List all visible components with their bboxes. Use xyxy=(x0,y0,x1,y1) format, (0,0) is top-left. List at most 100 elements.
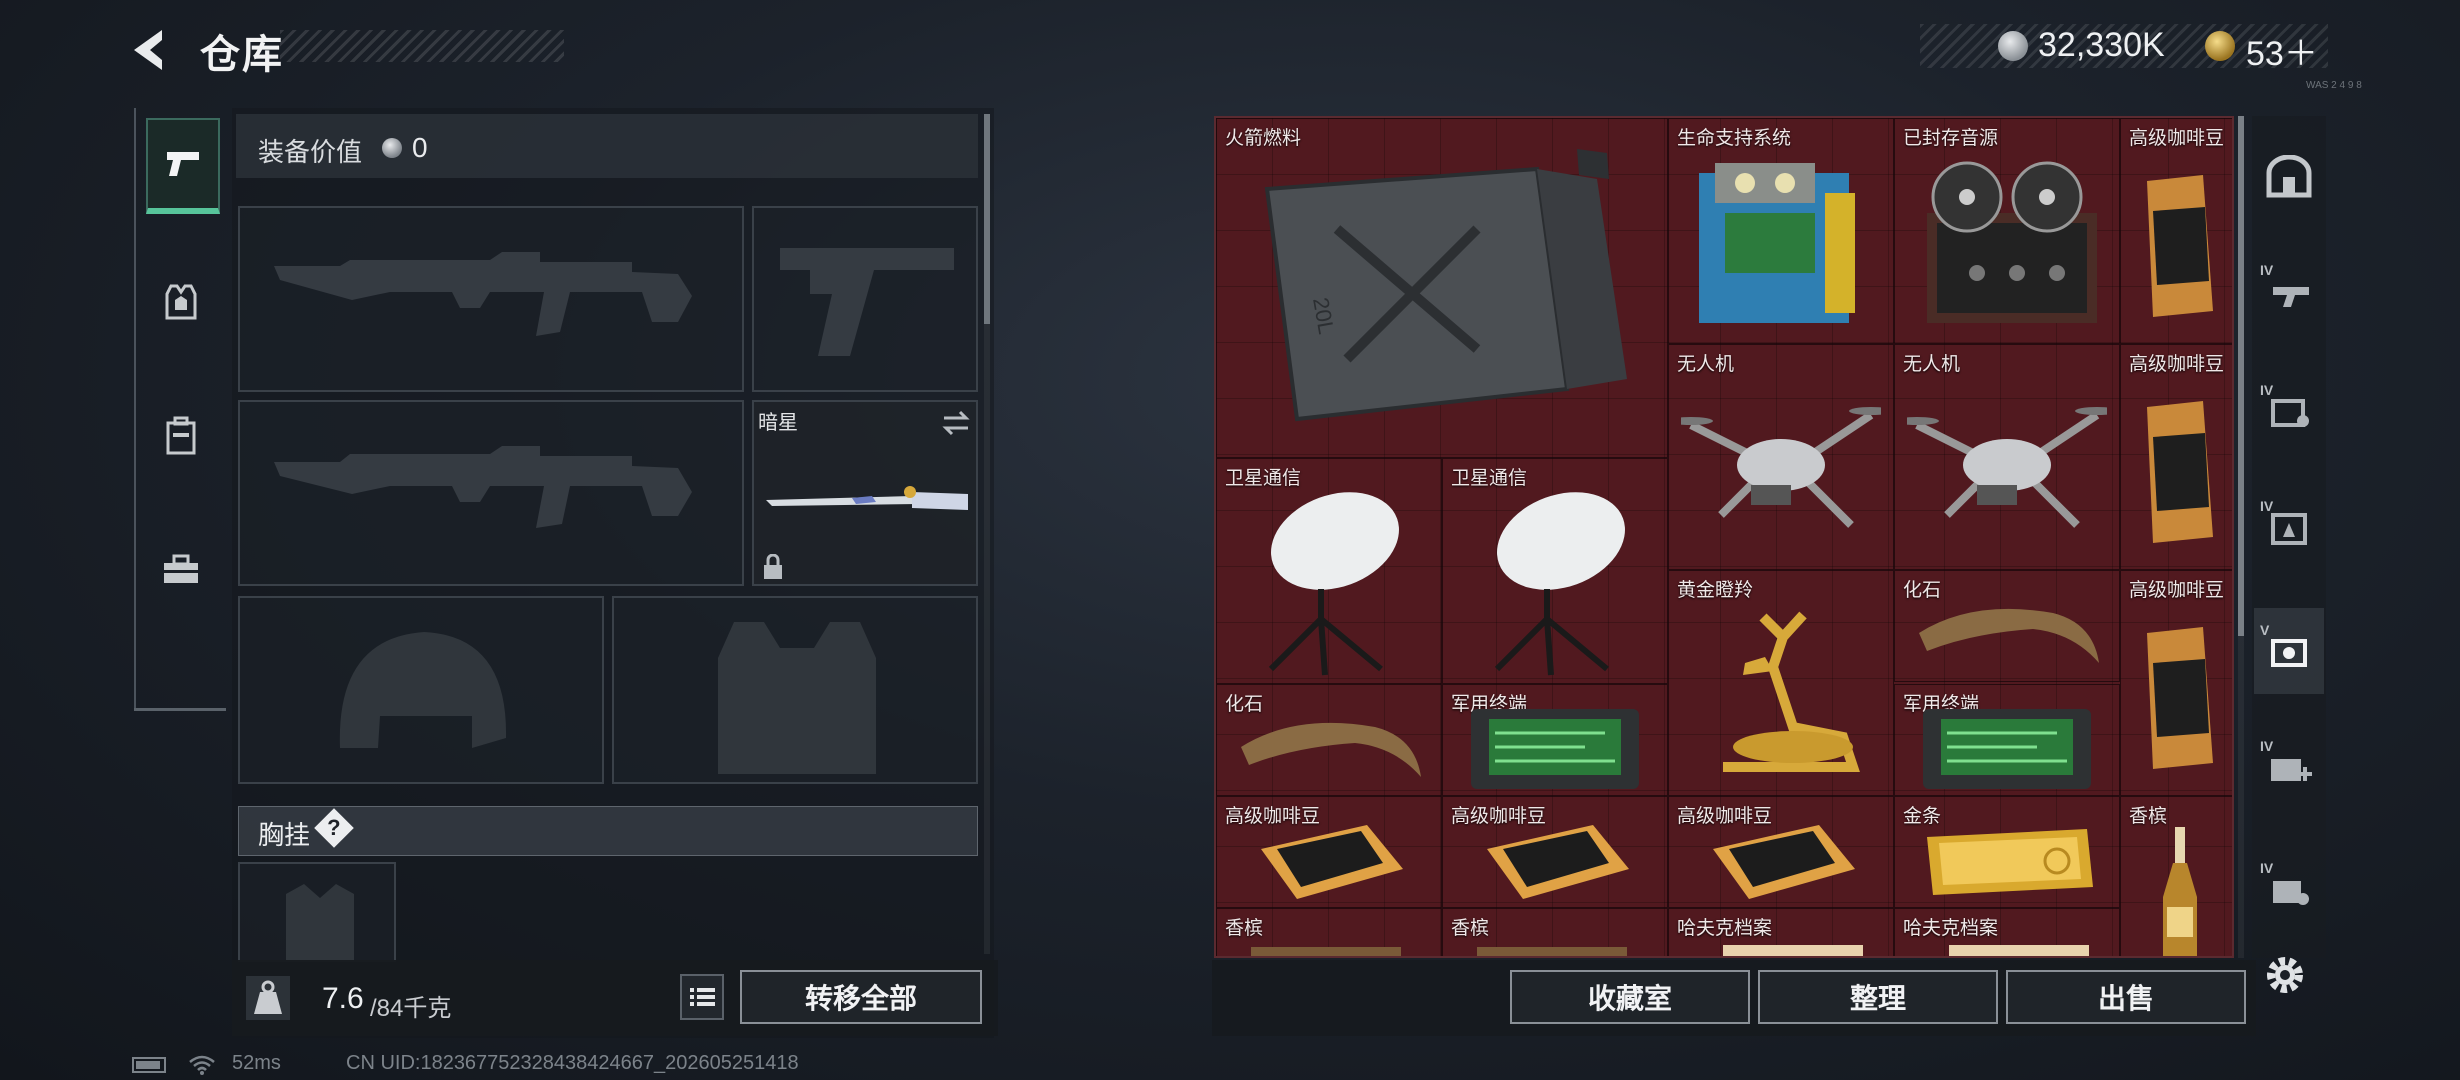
reel-recorder-icon xyxy=(1927,161,2097,323)
fossil-claw-icon xyxy=(1919,608,2099,663)
stash-item-military-terminal[interactable]: 军用终端 xyxy=(1894,684,2120,796)
back-button[interactable] xyxy=(128,26,176,74)
weight-icon xyxy=(246,976,290,1020)
coffee-pack-icon xyxy=(1713,825,1855,899)
facility-tech-center[interactable]: IV xyxy=(2254,368,2324,454)
stash-item-gold-bar[interactable]: 金条 xyxy=(1894,796,2120,908)
organize-button[interactable]: 整理 xyxy=(1758,970,1998,1024)
stash-item-drone[interactable]: 无人机 xyxy=(1668,344,1894,570)
primary-weapon-slot[interactable] xyxy=(238,206,744,392)
chest-rig-slot[interactable] xyxy=(238,862,396,962)
facility-weapon-workbench[interactable]: IV xyxy=(2254,248,2324,334)
toolbox-icon xyxy=(164,554,198,583)
stash-item-fossil[interactable]: 化石 xyxy=(1894,570,2120,682)
pistol-slot[interactable] xyxy=(752,206,978,392)
coffee-pack-icon xyxy=(1487,825,1629,899)
coffee-bag-icon xyxy=(2147,401,2213,543)
collection-icon xyxy=(2271,639,2307,667)
list-view-button[interactable] xyxy=(680,974,724,1020)
terminal-icon xyxy=(1923,709,2091,789)
equipment-category-nav xyxy=(134,108,228,708)
stash-item-rocket-fuel[interactable]: 火箭燃料 20L xyxy=(1216,118,1668,458)
lock-icon xyxy=(764,554,782,579)
chest-rig-label: 胸挂 xyxy=(258,820,311,850)
stash-item-champagne[interactable]: 香槟 xyxy=(2120,796,2232,956)
stash-grid[interactable]: 火箭燃料 20L 生命支持系统 已封存音源 高级咖啡豆 无人机 无人机 高级咖啡… xyxy=(1214,116,2234,958)
helmet-slot[interactable] xyxy=(238,596,604,784)
drone-icon xyxy=(1681,407,1881,528)
stash-item-haavk-file[interactable]: 哈夫克档案 xyxy=(1894,908,2120,956)
armor-slot[interactable] xyxy=(612,596,978,784)
stash-item-golden-gazelle[interactable]: 黄金瞪羚 xyxy=(1668,570,1894,796)
facility-medical[interactable]: IV xyxy=(2254,724,2324,810)
stash-item-haavk-file[interactable]: 哈夫克档案 xyxy=(1668,908,1894,956)
stash-item-life-support[interactable]: 生命支持系统 xyxy=(1668,118,1894,344)
melee-name: 暗星 xyxy=(758,412,798,434)
weight-current: 7.6 xyxy=(322,982,364,1015)
facility-collection[interactable]: V xyxy=(2254,608,2324,694)
stash-item-coffee[interactable]: 高级咖啡豆 xyxy=(2120,570,2232,796)
stash-item-champagne[interactable]: 香槟 xyxy=(1442,908,1668,956)
nav-vest[interactable] xyxy=(146,258,216,346)
stash-item-coffee[interactable]: 高级咖啡豆 xyxy=(1216,796,1442,908)
equipment-value-label: 装备价值 xyxy=(258,137,363,167)
stash-scrollbar[interactable] xyxy=(2238,116,2244,636)
pistol-silhouette-icon xyxy=(780,248,954,356)
nav-weapon[interactable] xyxy=(146,118,220,214)
coffee-bag-icon xyxy=(2147,627,2213,769)
stash-item-satellite[interactable]: 卫星通信 xyxy=(1216,458,1442,684)
base-icon xyxy=(2266,155,2312,198)
equipment-scrollbar[interactable] xyxy=(984,114,990,324)
secondary-weapon-slot[interactable] xyxy=(238,400,744,586)
drone-icon xyxy=(1907,407,2107,528)
stash-item-coffee[interactable]: 高级咖啡豆 xyxy=(2120,344,2232,570)
transfer-all-button[interactable]: 转移全部 xyxy=(740,970,982,1024)
facility-training[interactable]: IV xyxy=(2254,846,2324,932)
money-amount[interactable]: 32,330K xyxy=(2038,26,2165,65)
coin-icon xyxy=(382,138,402,158)
stash-item-champagne[interactable]: 香槟 xyxy=(1216,908,1442,956)
gear-icon xyxy=(2267,957,2303,993)
stash-item-military-terminal[interactable]: 军用终端 xyxy=(1442,684,1668,796)
battery-icon xyxy=(132,1057,166,1073)
nav-toolbox[interactable] xyxy=(146,526,216,614)
equipment-value: 0 xyxy=(412,132,428,163)
pistol-icon xyxy=(167,152,199,176)
back-arrow-icon xyxy=(134,30,162,70)
terminal-icon xyxy=(1471,709,1639,789)
gold-bar-icon xyxy=(1927,829,2093,895)
chest-rig-silhouette-icon xyxy=(286,884,354,960)
swap-icon[interactable] xyxy=(940,410,972,436)
vest-icon xyxy=(165,284,197,320)
document-folder-icon xyxy=(1949,945,2089,956)
ticket-amount[interactable]: 53＋ xyxy=(2246,26,2318,75)
stash-item-coffee[interactable]: 高级咖啡豆 xyxy=(1442,796,1668,908)
champagne-bottle-icon xyxy=(2163,827,2197,956)
document-folder-icon xyxy=(1723,945,1863,956)
coffee-bag-icon xyxy=(2147,175,2213,317)
satellite-dish-icon xyxy=(1494,492,1625,676)
stash-item-drone[interactable]: 无人机 xyxy=(1894,344,2120,570)
stash-item-fossil[interactable]: 化石 xyxy=(1216,684,1442,796)
fossil-claw-icon xyxy=(1241,722,1421,777)
stash-item-sealed-audio[interactable]: 已封存音源 xyxy=(1894,118,2120,344)
facility-armor-bench[interactable]: IV xyxy=(2254,484,2324,570)
fuel-can-icon: 20L xyxy=(1264,149,1627,422)
champagne-crate-icon xyxy=(1251,947,1401,956)
title-decoration xyxy=(280,30,564,62)
weight-max: /84千克 xyxy=(370,995,452,1022)
helmet-silhouette-icon xyxy=(339,632,507,748)
collection-room-button[interactable]: 收藏室 xyxy=(1510,970,1750,1024)
machine-icon xyxy=(1699,163,1855,323)
champagne-crate-icon xyxy=(1477,947,1627,956)
coffee-pack-icon xyxy=(1261,825,1403,899)
nav-backpack[interactable] xyxy=(146,392,216,480)
stash-item-satellite[interactable]: 卫星通信 xyxy=(1442,458,1668,684)
settings-button[interactable] xyxy=(2262,952,2308,998)
sell-button[interactable]: 出售 xyxy=(2006,970,2246,1024)
stash-item-coffee[interactable]: 高级咖啡豆 xyxy=(2120,118,2232,344)
facility-base[interactable] xyxy=(2254,134,2324,220)
hafu-coin-icon xyxy=(1998,31,2028,61)
wifi-icon xyxy=(189,1055,215,1075)
stash-item-coffee[interactable]: 高级咖啡豆 xyxy=(1668,796,1894,908)
